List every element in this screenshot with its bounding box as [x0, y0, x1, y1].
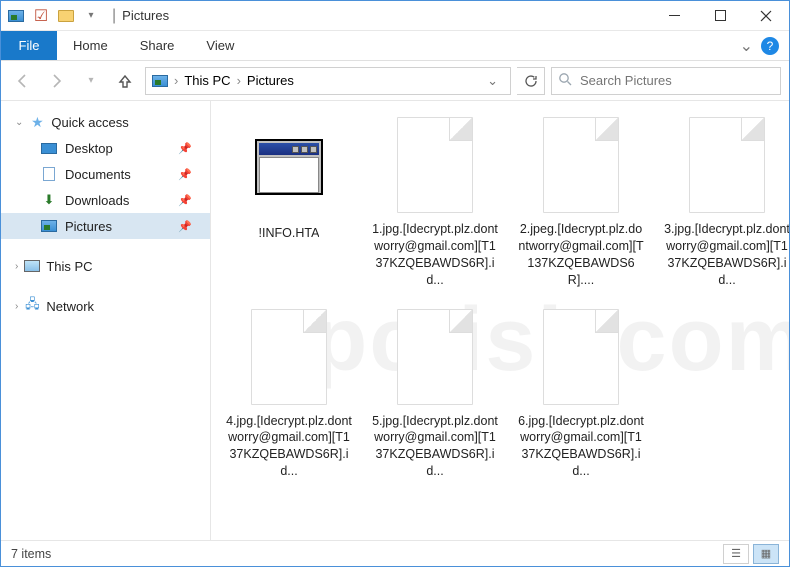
nav-label: Downloads — [65, 193, 129, 208]
address-bar: ▾ › This PC › Pictures ⌄ — [1, 61, 789, 101]
nav-this-pc[interactable]: › This PC — [1, 253, 210, 279]
file-item[interactable]: 2.jpeg.[Idecrypt.plz.dontworry@gmail.com… — [517, 117, 645, 289]
crumb-this-pc[interactable]: This PC — [184, 73, 230, 88]
search-icon — [558, 72, 572, 89]
back-button[interactable] — [9, 67, 37, 95]
maximize-button[interactable] — [697, 1, 743, 30]
nav-documents[interactable]: Documents 📌 — [1, 161, 210, 187]
hta-icon — [245, 117, 333, 217]
chevron-right-icon: › — [174, 73, 178, 88]
file-item[interactable]: 1.jpg.[Idecrypt.plz.dontworry@gmail.com]… — [371, 117, 499, 289]
blank-file-icon — [251, 309, 327, 405]
file-item[interactable]: !INFO.HTA — [225, 117, 353, 289]
document-icon — [41, 166, 57, 182]
pin-icon: 📌 — [178, 194, 192, 207]
chevron-right-icon: › — [15, 261, 18, 272]
monitor-icon — [24, 258, 40, 274]
nav-downloads[interactable]: ⬇ Downloads 📌 — [1, 187, 210, 213]
pin-icon: 📌 — [178, 168, 192, 181]
window-title: Pictures — [122, 8, 169, 23]
file-name: 4.jpg.[Idecrypt.plz.dontworry@gmail.com]… — [225, 413, 353, 481]
blank-file-icon — [543, 117, 619, 213]
download-icon: ⬇ — [41, 192, 57, 208]
blank-file-icon — [397, 309, 473, 405]
file-name: 6.jpg.[Idecrypt.plz.dontworry@gmail.com]… — [517, 413, 645, 481]
nav-pane: ⌄ ★ Quick access Desktop 📌 Documents 📌 ⬇… — [1, 101, 211, 540]
file-tab[interactable]: File — [1, 31, 57, 60]
nav-desktop[interactable]: Desktop 📌 — [1, 135, 210, 161]
location-icon — [152, 73, 168, 89]
file-name: !INFO.HTA — [259, 225, 320, 242]
tab-home[interactable]: Home — [57, 31, 124, 60]
qat-properties-icon[interactable]: ☑ — [30, 5, 52, 27]
file-item[interactable]: 6.jpg.[Idecrypt.plz.dontworry@gmail.com]… — [517, 309, 645, 481]
crumb-pictures[interactable]: Pictures — [247, 73, 294, 88]
close-button[interactable] — [743, 1, 789, 30]
file-list[interactable]: pcrisk.com !INFO.HTA1.jpg.[Idecrypt.plz.… — [211, 101, 789, 540]
nav-quick-access[interactable]: ⌄ ★ Quick access — [1, 109, 210, 135]
file-name: 3.jpg.[Idecrypt.plz.dontworry@gmail.com]… — [663, 221, 789, 289]
nav-label: Desktop — [65, 141, 113, 156]
chevron-right-icon: › — [15, 301, 18, 312]
nav-label: Quick access — [51, 115, 128, 130]
ribbon-expand-icon[interactable]: ⌄ — [740, 36, 753, 56]
qat-dropdown-icon[interactable]: ▾ — [80, 5, 102, 27]
breadcrumb[interactable]: › This PC › Pictures ⌄ — [145, 67, 511, 95]
pictures-icon — [41, 218, 57, 234]
blank-file-icon — [397, 117, 473, 213]
blank-file-icon — [689, 117, 765, 213]
nav-pictures[interactable]: Pictures 📌 — [1, 213, 210, 239]
file-item[interactable]: 5.jpg.[Idecrypt.plz.dontworry@gmail.com]… — [371, 309, 499, 481]
chevron-down-icon: ⌄ — [15, 117, 23, 128]
star-icon: ★ — [29, 114, 45, 130]
tab-view[interactable]: View — [190, 31, 250, 60]
icons-view-button[interactable]: ▦ — [753, 544, 779, 564]
nav-label: Documents — [65, 167, 131, 182]
nav-label: This PC — [46, 259, 92, 274]
titlebar: ☑ ▾ | Pictures — [1, 1, 789, 31]
file-name: 5.jpg.[Idecrypt.plz.dontworry@gmail.com]… — [371, 413, 499, 481]
recent-locations-button[interactable]: ▾ — [77, 67, 105, 95]
file-name: 1.jpg.[Idecrypt.plz.dontworry@gmail.com]… — [371, 221, 499, 289]
network-icon: 🖧 — [24, 298, 40, 314]
item-count: 7 items — [11, 547, 51, 561]
pin-icon: 📌 — [178, 142, 192, 155]
tab-share[interactable]: Share — [124, 31, 191, 60]
qat-newfolder-icon[interactable] — [55, 5, 77, 27]
file-item[interactable]: 4.jpg.[Idecrypt.plz.dontworry@gmail.com]… — [225, 309, 353, 481]
title-separator: | — [112, 7, 116, 25]
pin-icon: 📌 — [178, 220, 192, 233]
address-dropdown-icon[interactable]: ⌄ — [481, 73, 504, 89]
nav-network[interactable]: › 🖧 Network — [1, 293, 210, 319]
file-name: 2.jpeg.[Idecrypt.plz.dontworry@gmail.com… — [517, 221, 645, 289]
search-input[interactable] — [578, 72, 774, 89]
search-box[interactable] — [551, 67, 781, 95]
app-icon[interactable] — [5, 5, 27, 27]
blank-file-icon — [543, 309, 619, 405]
body: ⌄ ★ Quick access Desktop 📌 Documents 📌 ⬇… — [1, 101, 789, 540]
forward-button[interactable] — [43, 67, 71, 95]
desktop-icon — [41, 143, 57, 154]
details-view-button[interactable]: ☰ — [723, 544, 749, 564]
nav-label: Network — [46, 299, 94, 314]
file-item[interactable]: 3.jpg.[Idecrypt.plz.dontworry@gmail.com]… — [663, 117, 789, 289]
chevron-right-icon: › — [237, 73, 241, 88]
minimize-button[interactable] — [651, 1, 697, 30]
up-button[interactable] — [111, 67, 139, 95]
explorer-window: ☑ ▾ | Pictures File Home Share View ⌄ ? … — [0, 0, 790, 567]
refresh-button[interactable] — [517, 67, 545, 95]
nav-label: Pictures — [65, 219, 112, 234]
status-bar: 7 items ☰ ▦ — [1, 540, 789, 566]
window-controls — [651, 1, 789, 30]
help-icon[interactable]: ? — [761, 37, 779, 55]
quick-access-toolbar: ☑ ▾ — [1, 5, 106, 27]
ribbon: File Home Share View ⌄ ? — [1, 31, 789, 61]
